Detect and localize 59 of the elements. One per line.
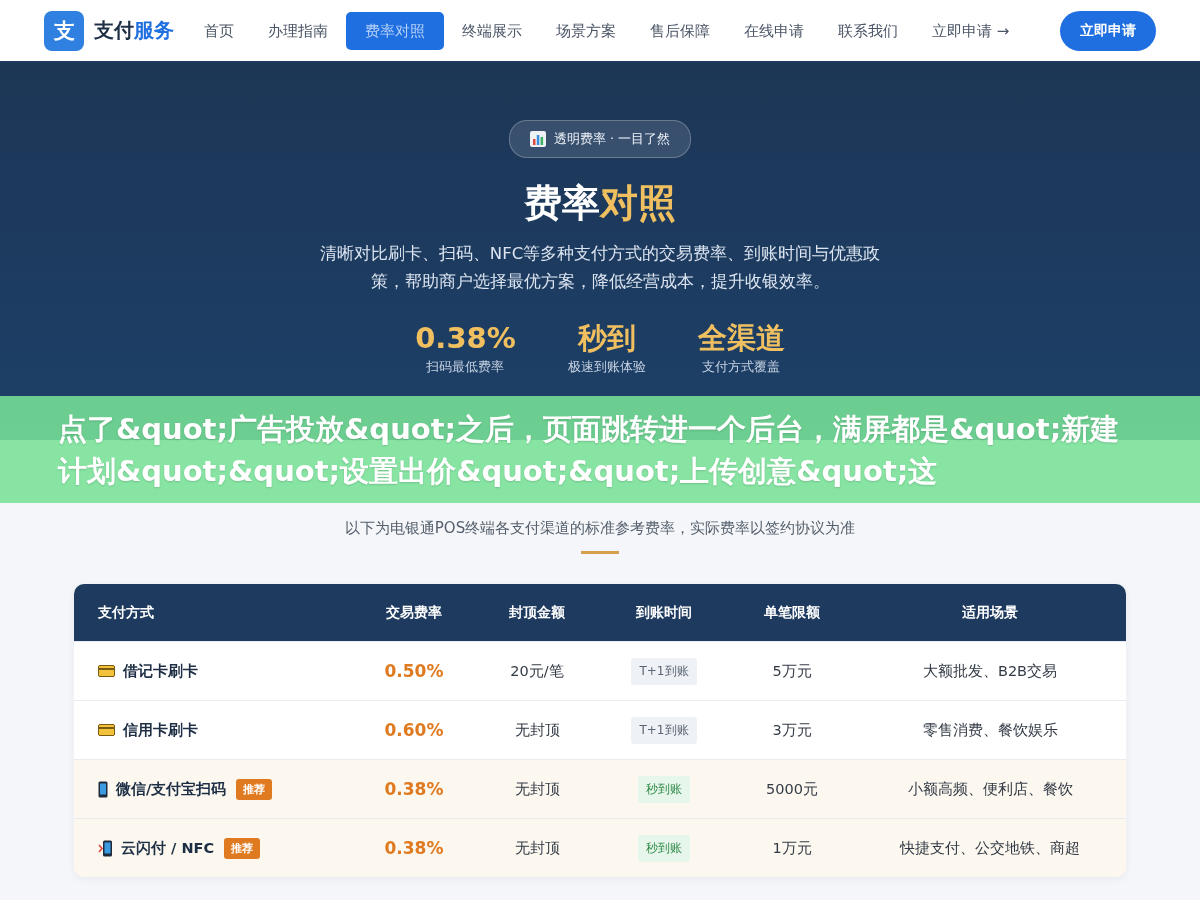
table-cell: 零售消费、餐饮娱乐 [922,720,1058,740]
nav-tab[interactable]: 在线申请 [728,11,820,50]
recommended-badge: 推荐 [236,778,273,800]
payment-method: 借记卡刷卡 [123,661,198,681]
column-header: 交易费率 [385,603,443,622]
apply-button[interactable]: 立即申请 [1060,10,1156,51]
nav-tab[interactable]: 售后保障 [634,11,726,50]
settlement-tag: 秒到账 [638,775,690,803]
nav-tab[interactable]: 立即申请 → [916,11,1026,50]
rate-value: 0.50% [384,661,444,681]
column-header: 适用场景 [961,603,1019,622]
table-cell: 1万元 [772,838,812,858]
table-cell: 无封顶 [514,779,560,799]
settlement-tag: 秒到账 [638,834,690,862]
credit-card-icon [98,724,115,736]
hero-title: 费率对照 [523,180,677,226]
table-cell: 5000元 [766,779,818,799]
payment-method: 微信/支付宝扫码 [116,779,227,799]
column-header: 到账时间 [635,603,693,622]
column-header: 单笔限额 [763,603,821,622]
hero-description: 清晰对比刷卡、扫码、NFC等多种支付方式的交易费率、到账时间与优惠政策，帮助商户选择最优方案，降低经营成本，提升收银效率。 [318,243,882,293]
stat-value: 全渠道 [697,320,785,356]
table-cell: 小额高频、便利店、餐饮 [907,779,1073,799]
phone-icon [98,780,108,798]
logo-mark: 支 [44,10,84,51]
table-cell: 3万元 [772,720,812,740]
stat-label: 扫码最低费率 [426,358,505,376]
phone-signal-icon [98,839,113,857]
overlay-banner: 点了&quot;广告投放&quot;之后，页面跳转进一个后台，满屏都是&quot;新建计划&quot;&quot;设置出价&quot;&quot;上传创意&quot;这 [0,396,1200,503]
rate-value: 0.60% [384,720,444,740]
section-subtitle: 以下为电银通POS终端各支付渠道的标准参考费率，实际费率以签约协议为准 [343,518,857,539]
stat-label: 极速到账体验 [567,358,646,376]
settlement-tag: T+1到账 [631,657,697,685]
table-cell: 无封顶 [514,720,560,740]
column-header: 封顶金额 [508,603,566,622]
settlement-tag: T+1到账 [631,716,697,744]
credit-card-icon [98,665,115,677]
table-cell: 20元/笔 [510,661,564,681]
recommended-badge: 推荐 [224,837,261,859]
rate-value: 0.38% [384,779,444,799]
table-cell: 大额批发、B2B交易 [922,661,1058,681]
nav-tab[interactable]: 场景方案 [540,11,632,50]
column-header: 支付方式 [97,603,155,622]
table-cell: 快捷支付、公交地铁、商超 [900,838,1080,858]
payment-method: 信用卡刷卡 [123,720,198,740]
table-cell: 5万元 [772,661,812,681]
payment-method: 云闪付 / NFC [121,838,215,858]
nav-tab[interactable]: 联系我们 [822,11,914,50]
brand-name: 支付服务 [94,17,174,44]
rate-value: 0.38% [384,838,444,858]
stat-value: 0.38% [415,320,516,356]
stat-label: 支付方式覆盖 [702,358,781,376]
hero-badge: 透明费率 · 一目了然 [508,120,692,158]
nav-tab[interactable]: 首页 [188,11,250,50]
bar-chart-icon [529,131,546,147]
table-cell: 无封顶 [514,838,560,858]
stat-value: 秒到 [577,320,636,356]
nav-tab[interactable]: 办理指南 [252,11,344,50]
nav-tab[interactable]: 终端展示 [446,11,538,50]
